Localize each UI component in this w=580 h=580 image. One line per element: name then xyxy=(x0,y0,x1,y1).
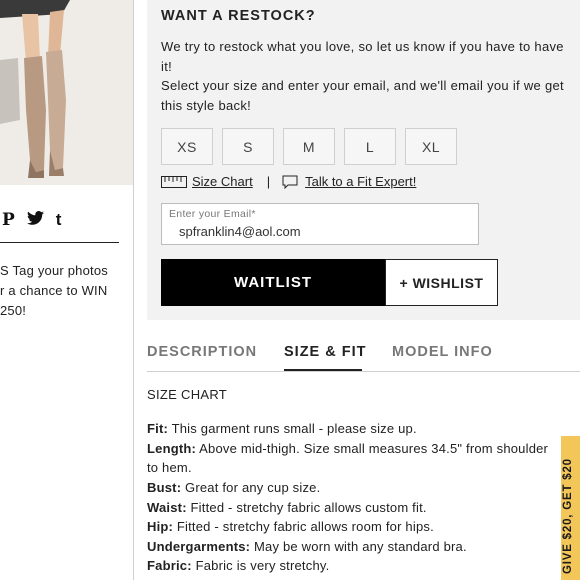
chat-icon xyxy=(282,175,298,189)
referral-side-tab[interactable]: GIVE $20, GET $20 xyxy=(561,436,580,580)
product-tabs: DESCRIPTION SIZE & FIT MODEL INFO xyxy=(147,344,580,372)
undergarments-text: May be worn with any standard bra. xyxy=(254,539,467,554)
ruler-icon xyxy=(161,175,187,188)
boots-illustration xyxy=(0,0,134,185)
waist-row: Waist: Fitted - stretchy fabric allows c… xyxy=(147,500,427,515)
length-row: Length: Above mid-thigh. Size small meas… xyxy=(147,441,548,456)
length-text: Above mid-thigh. Size small measures 34.… xyxy=(199,441,549,456)
fabric-text: Fabric is very stretchy. xyxy=(195,558,330,573)
bust-label: Bust: xyxy=(147,480,182,495)
fit-text: This garment runs small - please size up… xyxy=(171,421,417,436)
tab-description[interactable]: DESCRIPTION xyxy=(147,344,257,360)
size-chart-link[interactable]: Size Chart xyxy=(192,174,253,189)
share-divider xyxy=(0,242,119,243)
pinterest-icon[interactable]: P xyxy=(2,210,15,230)
column-divider xyxy=(133,0,134,580)
length-label: Length: xyxy=(147,441,197,456)
size-selector: XS S M L XL xyxy=(161,128,457,165)
hip-row: Hip: Fitted - stretchy fabric allows roo… xyxy=(147,519,434,534)
promo-text-line-3: 250! xyxy=(0,303,27,318)
fabric-row: Fabric: Fabric is very stretchy. xyxy=(147,558,329,573)
tumblr-icon[interactable]: t xyxy=(56,210,62,230)
fit-label: Fit: xyxy=(147,421,169,436)
restock-description: We try to restock what you love, so let … xyxy=(161,37,566,115)
length-text-continued: to hem. xyxy=(147,460,192,475)
share-icons: P t xyxy=(2,210,61,230)
restock-title: WANT A RESTOCK? xyxy=(161,8,316,24)
help-links: Size Chart | Talk to a Fit Expert! xyxy=(161,174,416,189)
left-column: P t S Tag your photos r a chance to WIN … xyxy=(0,0,134,580)
length-row-continued: to hem. xyxy=(147,460,192,475)
tab-size-fit[interactable]: SIZE & FIT xyxy=(284,344,367,360)
fabric-label: Fabric: xyxy=(147,558,192,573)
product-photo[interactable] xyxy=(0,0,134,185)
hip-text: Fitted - stretchy fabric allows room for… xyxy=(176,519,434,534)
fit-expert-link[interactable]: Talk to a Fit Expert! xyxy=(305,174,416,189)
promo-text-line-1: S Tag your photos xyxy=(0,263,108,278)
size-m-button[interactable]: M xyxy=(283,128,335,165)
bust-row: Bust: Great for any cup size. xyxy=(147,480,320,495)
size-chart-heading: SIZE CHART xyxy=(147,387,228,402)
promo-text-line-2: r a chance to WIN xyxy=(0,283,108,298)
restock-line-1: We try to restock what you love, so let … xyxy=(161,39,564,74)
size-l-button[interactable]: L xyxy=(344,128,396,165)
undergarments-label: Undergarments: xyxy=(147,539,251,554)
twitter-icon[interactable] xyxy=(26,210,44,230)
email-label: Enter your Email* xyxy=(169,208,256,220)
tab-model-info[interactable]: MODEL INFO xyxy=(392,344,493,360)
bust-text: Great for any cup size. xyxy=(185,480,321,495)
fit-row: Fit: This garment runs small - please si… xyxy=(147,421,417,436)
tabs-divider xyxy=(147,371,580,372)
restock-line-2: Select your size and enter your email, a… xyxy=(161,78,564,113)
size-xs-button[interactable]: XS xyxy=(161,128,213,165)
waitlist-button[interactable]: WAITLIST xyxy=(161,259,385,306)
referral-side-tab-label: GIVE $20, GET $20 xyxy=(562,458,574,574)
hip-label: Hip: xyxy=(147,519,174,534)
undergarments-row: Undergarments: May be worn with any stan… xyxy=(147,539,467,554)
wishlist-button[interactable]: + WISHLIST xyxy=(385,259,498,306)
waist-text: Fitted - stretchy fabric allows custom f… xyxy=(190,500,427,515)
waist-label: Waist: xyxy=(147,500,187,515)
size-xl-button[interactable]: XL xyxy=(405,128,457,165)
email-field[interactable]: Enter your Email* xyxy=(161,203,479,245)
restock-panel: WANT A RESTOCK? We try to restock what y… xyxy=(147,0,580,320)
link-separator: | xyxy=(266,174,271,189)
size-s-button[interactable]: S xyxy=(222,128,274,165)
email-input[interactable] xyxy=(179,224,469,239)
